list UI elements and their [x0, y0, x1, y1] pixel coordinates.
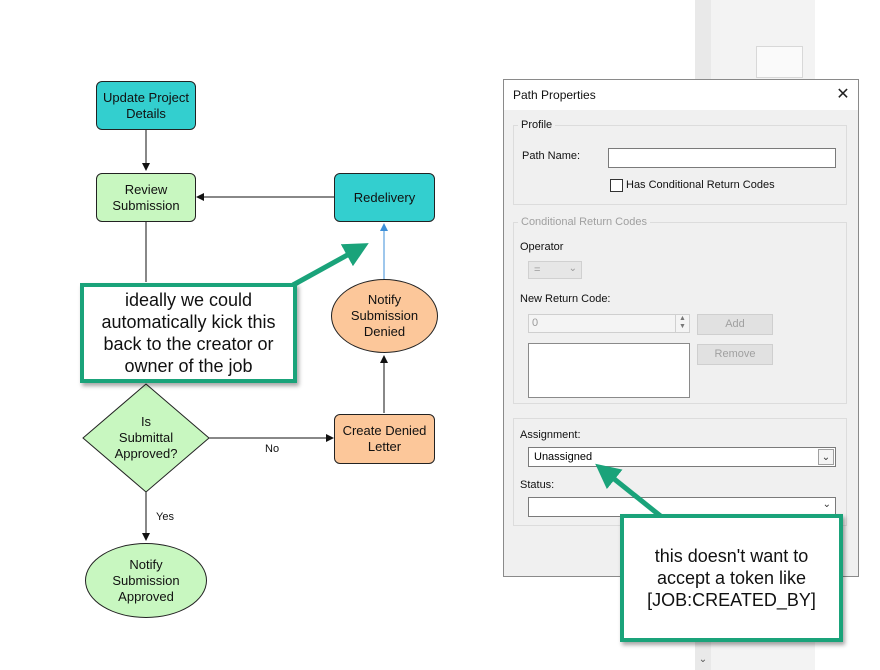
callout-note-left: ideally we could automatically kick this…	[80, 283, 297, 383]
callout-note-right: this doesn't want to accept a token like…	[620, 514, 843, 642]
callout-right-arrow	[595, 463, 665, 520]
callout-left-arrow	[291, 243, 369, 288]
